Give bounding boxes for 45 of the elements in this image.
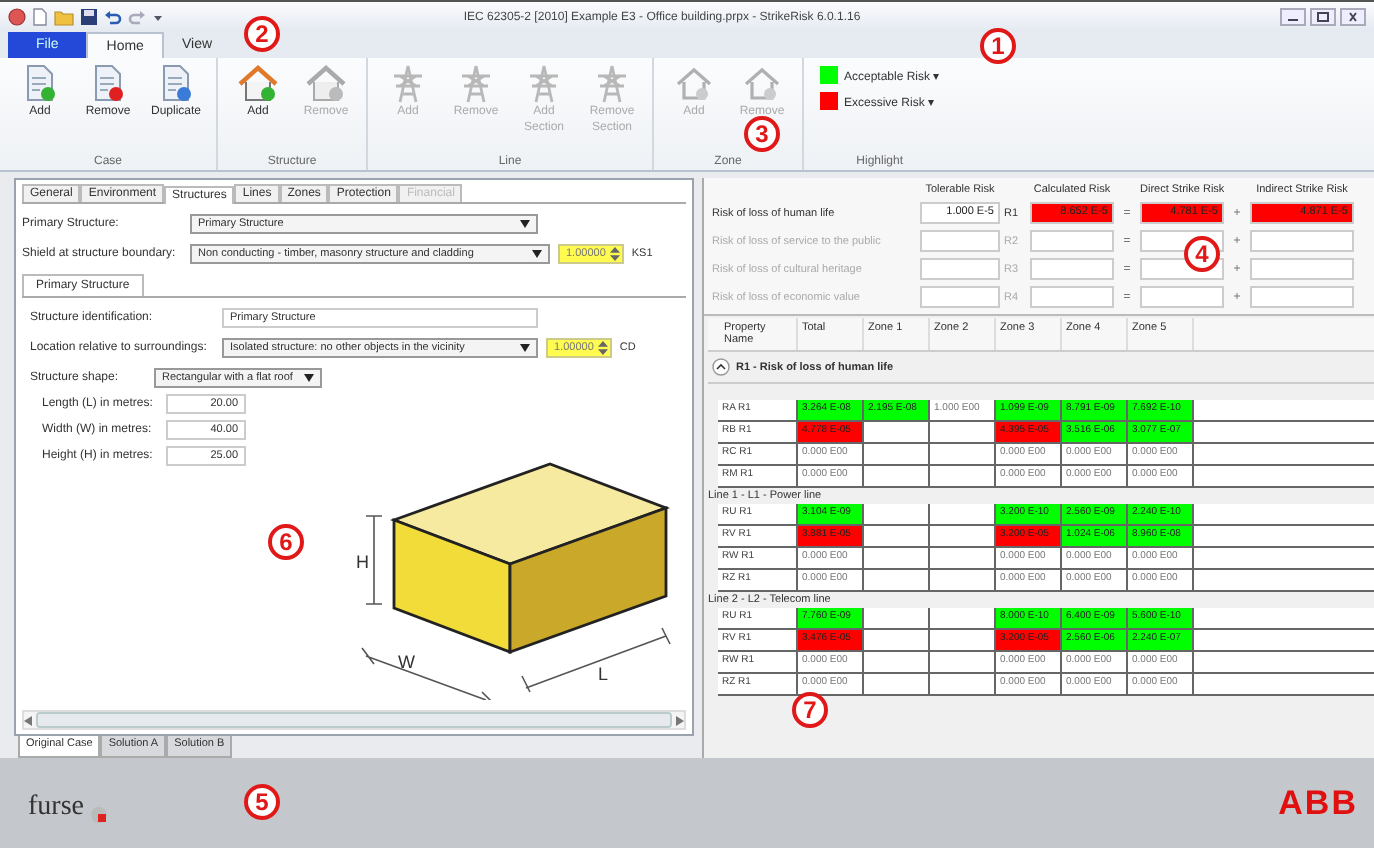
minimize-icon[interactable] [1280, 8, 1306, 26]
direct-risk-field [1140, 286, 1224, 308]
indirect-risk-field [1250, 286, 1354, 308]
scroll-left-icon[interactable] [24, 715, 32, 725]
house-icon [306, 64, 346, 104]
length-label: L [598, 664, 609, 684]
indirect-risk-field [1250, 230, 1354, 252]
indirect-risk-field [1250, 258, 1354, 280]
calculated-risk-field [1030, 286, 1114, 308]
document-icon [90, 64, 126, 104]
maximize-icon[interactable] [1310, 8, 1336, 26]
calculated-risk-field [1030, 258, 1114, 280]
tower-icon [390, 64, 426, 104]
tolerable-risk-field [920, 258, 1000, 280]
caret-icon [520, 220, 530, 228]
logo-mark-icon [90, 806, 108, 824]
caret-icon [532, 250, 542, 258]
calculated-risk-field [1030, 230, 1114, 252]
house-icon [742, 64, 782, 104]
brand-logo: ABB [1278, 784, 1358, 824]
new-file-icon[interactable] [32, 8, 48, 26]
scroll-right-icon[interactable] [676, 715, 684, 725]
tower-icon [458, 64, 494, 104]
height-label: H [356, 552, 369, 572]
spinner-arrows-icon[interactable] [597, 340, 608, 356]
horizontal-scrollbar[interactable] [22, 710, 686, 730]
tower-icon [526, 64, 562, 104]
save-icon[interactable] [80, 8, 98, 26]
spinner-arrows-icon[interactable] [609, 246, 620, 262]
document-icon [158, 64, 194, 104]
tolerable-risk-field [920, 286, 1000, 308]
house-icon [674, 64, 714, 104]
width-label: W [398, 652, 415, 672]
caret-icon [520, 344, 530, 352]
undo-icon[interactable] [104, 8, 122, 26]
callout-number: 5 [244, 784, 280, 820]
tower-icon [594, 64, 630, 104]
caret-icon [304, 374, 314, 382]
house-icon [238, 64, 278, 104]
close-icon[interactable] [1340, 8, 1366, 26]
document-icon [22, 64, 58, 104]
tolerable-risk-field [920, 230, 1000, 252]
brand-logo: furse [28, 792, 84, 824]
app-icon[interactable] [8, 8, 26, 26]
collapse-icon[interactable] [712, 358, 730, 376]
